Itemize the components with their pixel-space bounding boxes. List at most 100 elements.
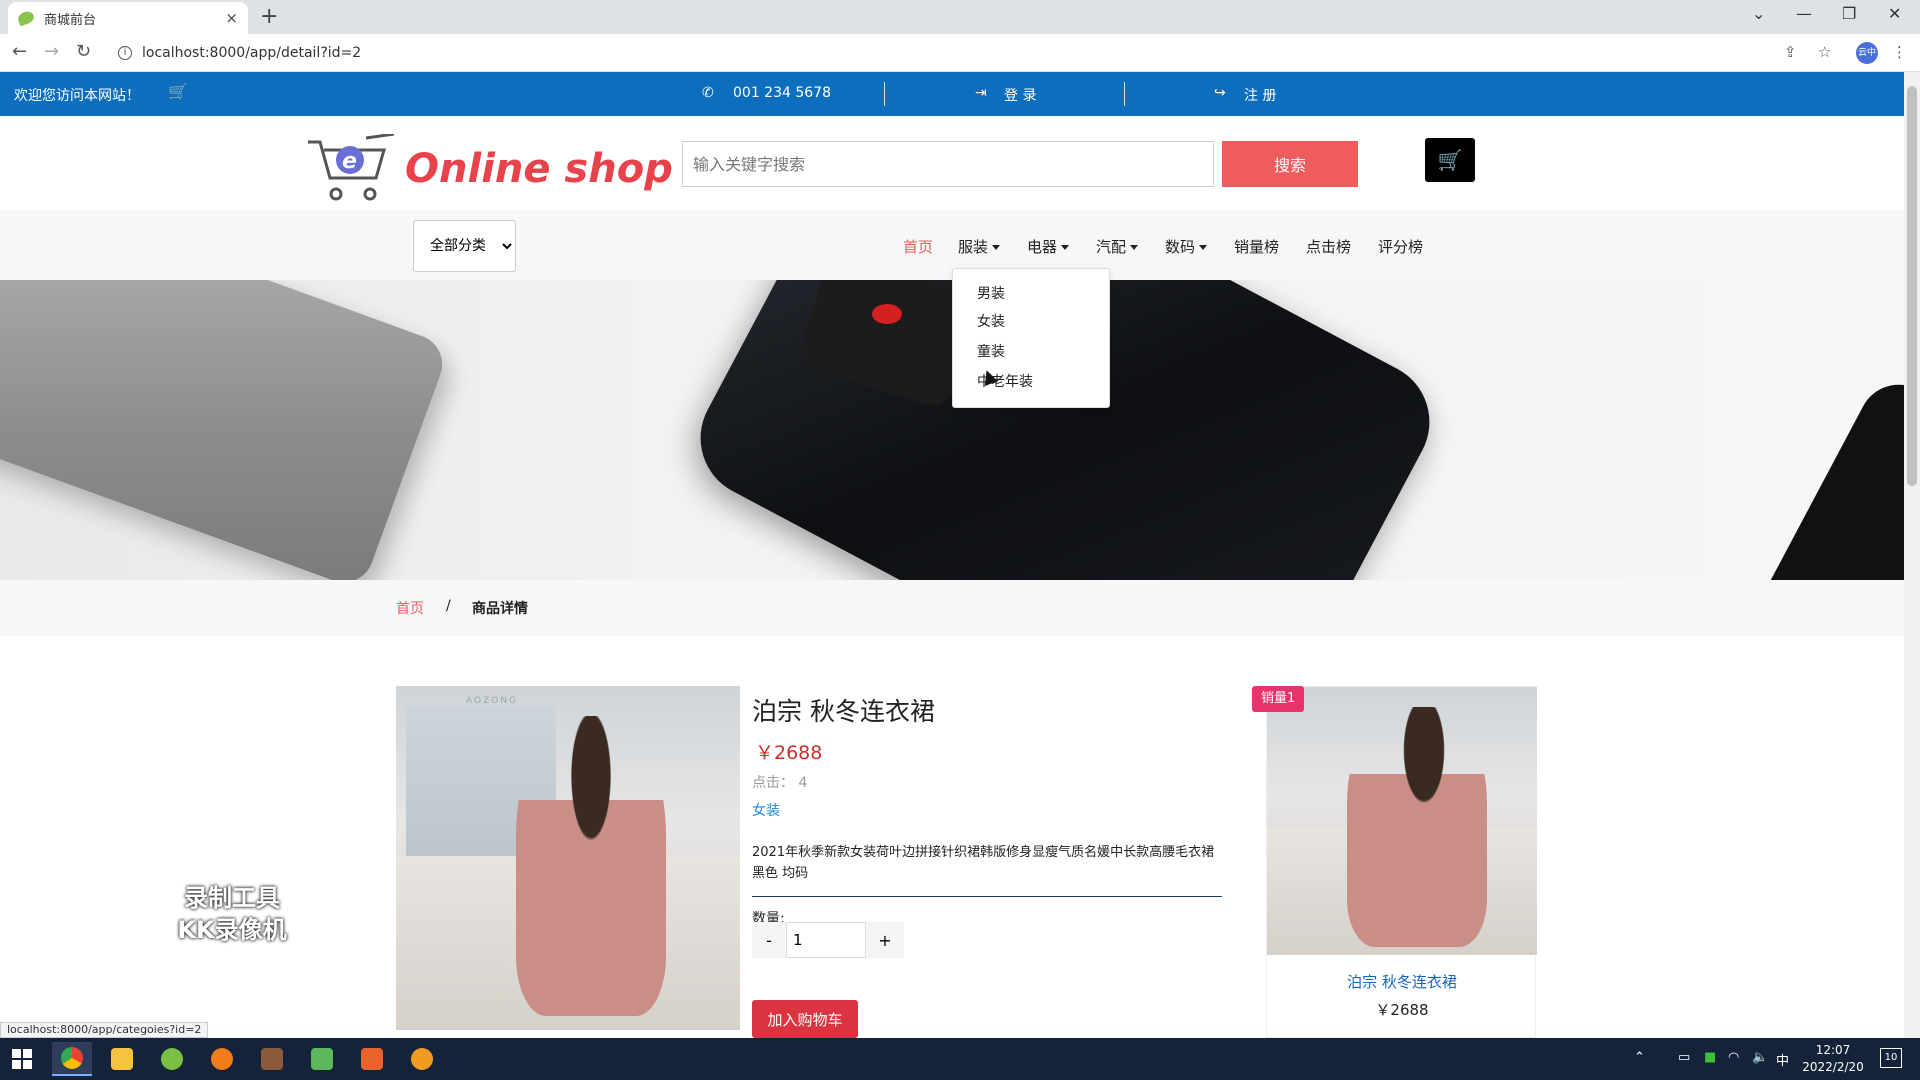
tab-search-chevron-icon[interactable]: ⌄ <box>1752 4 1765 23</box>
cart-button[interactable]: 🛒 <box>1425 138 1475 182</box>
clock-date: 2022/2/20 <box>1802 1060 1864 1074</box>
recommended-product-price: ￥2688 <box>1375 1001 1429 1019</box>
photo-model <box>516 716 666 1016</box>
wifi-icon[interactable]: ◠ <box>1728 1050 1739 1065</box>
product-price: ￥2688 <box>755 742 823 764</box>
media-taskbar-button[interactable] <box>352 1042 392 1076</box>
phone-number: 001 234 5678 <box>733 85 831 101</box>
quantity-decrement-button[interactable]: - <box>752 922 786 958</box>
image-watermark: AOZONG <box>466 696 519 706</box>
game-taskbar-button[interactable] <box>252 1042 292 1076</box>
login-icon[interactable]: ⇥ <box>975 85 987 101</box>
dropdown-item-kids[interactable]: 童装 <box>977 341 1005 361</box>
browser-tab[interactable]: 商城前台 × <box>8 2 248 34</box>
site-info-icon[interactable]: i <box>118 46 132 60</box>
divider <box>884 82 885 106</box>
breadcrumb-home[interactable]: 首页 <box>396 598 424 618</box>
shopping-cart-logo-icon[interactable]: e <box>306 134 396 206</box>
minimize-icon[interactable]: — <box>1796 4 1812 23</box>
game-app-icon <box>261 1048 283 1070</box>
nav-item-home[interactable]: 首页 <box>903 236 933 257</box>
recorder-taskbar-button[interactable] <box>402 1042 442 1076</box>
watermark-line1: 录制工具 <box>184 884 280 912</box>
nav-item-click-rank[interactable]: 点击榜 <box>1306 236 1351 257</box>
system-clock[interactable]: 12:07 2022/2/20 <box>1798 1042 1868 1076</box>
recommended-product-image[interactable] <box>1267 687 1537 955</box>
media-app-icon <box>361 1048 383 1070</box>
breadcrumb-current: 商品详情 <box>472 601 528 617</box>
caret-down-icon <box>1130 245 1139 250</box>
cart-icon: 🛒 <box>1437 148 1463 172</box>
browser-tab-strip: 商城前台 × + ⌄ — ❐ ✕ <box>0 0 1920 34</box>
product-image: AOZONG <box>396 686 740 1030</box>
close-window-icon[interactable]: ✕ <box>1888 4 1901 23</box>
top-info-bar: 欢迎您访问本网站！ 🛒 ✆ 001 234 5678 ⇥ 登 录 ↪ 注 册 <box>0 72 1904 116</box>
dropdown-item-women[interactable]: 女装 <box>977 311 1005 331</box>
url-field[interactable]: i localhost:8000/app/detail?id=2 <box>110 38 1810 68</box>
recommended-product-name[interactable]: 泊宗 秋冬连衣裙 <box>1267 971 1537 992</box>
notepad-icon <box>311 1048 333 1070</box>
tab-close-icon[interactable]: × <box>225 9 238 27</box>
product-description: 2021年秋季新款女装荷叶边拼接针织裙韩版修身显瘦气质名媛中长款高腰毛衣裙 黑色… <box>752 845 1215 881</box>
logo-text[interactable]: Online shop <box>405 146 673 192</box>
nav-item-clothing[interactable]: 服装 <box>958 236 1001 257</box>
recommended-product-card[interactable]: 泊宗 秋冬连衣裙 ￥2688 <box>1266 686 1537 1038</box>
page-scrollbar[interactable] <box>1904 72 1920 1038</box>
nav-item-rating-rank[interactable]: 评分榜 <box>1378 236 1423 257</box>
nav-item-sales-rank[interactable]: 销量榜 <box>1234 236 1279 257</box>
tray-device-icon[interactable]: ▭ <box>1678 1050 1690 1065</box>
windows-start-icon[interactable] <box>12 1049 32 1069</box>
recorder-app-icon <box>411 1048 433 1070</box>
reload-icon[interactable]: ↻ <box>76 41 91 62</box>
caret-down-icon <box>1199 245 1208 250</box>
tray-app-icon[interactable]: ■ <box>1704 1050 1716 1065</box>
ime-indicator[interactable]: 中 <box>1776 1050 1789 1069</box>
nav-item-label: 汽配 <box>1096 238 1127 256</box>
restore-icon[interactable]: ❐ <box>1842 4 1856 23</box>
divider <box>1124 82 1125 106</box>
breadcrumb: 首页 / 商品详情 <box>0 580 1904 636</box>
search-input[interactable] <box>682 141 1214 187</box>
nav-item-auto-parts[interactable]: 汽配 <box>1096 236 1139 257</box>
site-header: e Online shop 搜索 🛒 <box>0 116 1904 210</box>
nav-item-digital[interactable]: 数码 <box>1165 236 1208 257</box>
nav-item-electronics[interactable]: 电器 <box>1027 236 1070 257</box>
volume-icon[interactable]: 🔈 <box>1752 1050 1768 1065</box>
welcome-text: 欢迎您访问本网站！ <box>14 88 140 104</box>
clock-time: 12:07 <box>1815 1043 1851 1057</box>
caret-down-icon <box>1061 245 1070 250</box>
category-select[interactable]: 全部分类 <box>413 220 516 272</box>
folder-icon <box>111 1048 133 1070</box>
add-to-cart-button[interactable]: 加入购物车 <box>752 1000 858 1038</box>
leaf-favicon-icon <box>16 9 36 27</box>
browser-menu-icon[interactable]: ⋮ <box>1892 43 1907 61</box>
quantity-input[interactable] <box>786 922 866 958</box>
dropdown-item-men[interactable]: 男装 <box>977 283 1005 303</box>
search-app-taskbar-button[interactable] <box>202 1042 242 1076</box>
new-tab-button[interactable]: + <box>260 4 278 29</box>
sales-rank-badge: 销量1 <box>1252 686 1305 712</box>
tab-title: 商城前台 <box>44 12 97 28</box>
file-explorer-taskbar-button[interactable] <box>102 1042 142 1076</box>
profile-avatar[interactable]: 云中 <box>1856 42 1878 64</box>
product-title: 泊宗 秋冬连衣裙 <box>752 697 935 726</box>
register-icon[interactable]: ↪ <box>1214 85 1226 101</box>
product-category-link[interactable]: 女装 <box>752 800 780 820</box>
login-link[interactable]: 登 录 <box>1004 85 1036 105</box>
app-taskbar-button[interactable] <box>152 1042 192 1076</box>
bookmark-star-icon[interactable]: ☆ <box>1818 43 1831 61</box>
scrollbar-thumb[interactable] <box>1907 86 1917 486</box>
search-button[interactable]: 搜索 <box>1222 141 1358 187</box>
back-icon[interactable]: ← <box>12 41 27 62</box>
register-link[interactable]: 注 册 <box>1244 85 1276 105</box>
chrome-icon <box>61 1047 83 1069</box>
share-icon[interactable]: ⇪ <box>1784 43 1797 61</box>
nav-item-label: 服装 <box>958 238 989 256</box>
quantity-increment-button[interactable]: + <box>866 922 904 958</box>
recorder-watermark: 录制工具 KK录像机 <box>162 882 302 946</box>
tray-overflow-chevron-icon[interactable]: ⌃ <box>1634 1050 1645 1065</box>
forward-icon[interactable]: → <box>44 41 59 62</box>
notification-center-icon[interactable]: 10 <box>1880 1048 1902 1068</box>
chrome-taskbar-button[interactable] <box>52 1042 92 1076</box>
notepad-taskbar-button[interactable] <box>302 1042 342 1076</box>
